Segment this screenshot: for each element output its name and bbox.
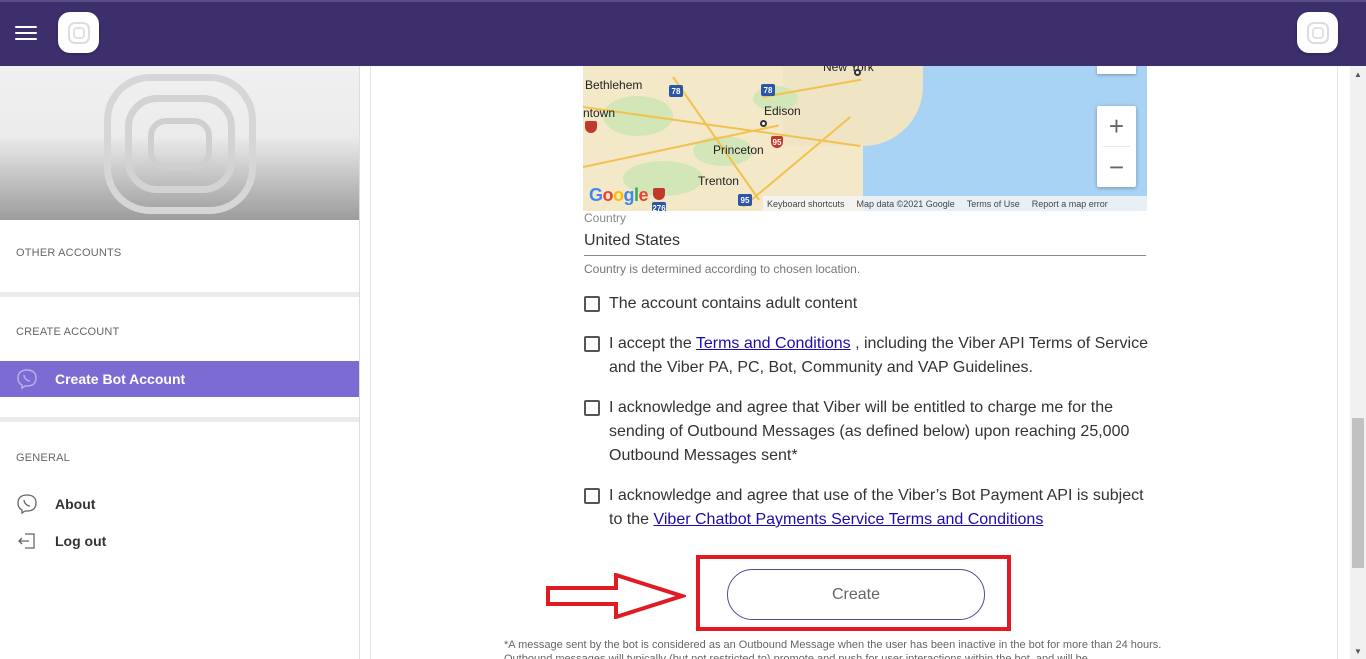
- sidebar-item-label: Create Bot Account: [55, 371, 186, 387]
- scroll-up-arrow-icon[interactable]: ▲: [1350, 66, 1366, 82]
- route-shield: 95: [771, 136, 783, 148]
- general-heading: GENERAL: [16, 452, 70, 464]
- viber-watermark-icon: [104, 74, 256, 214]
- zoom-control: + −: [1097, 106, 1136, 187]
- viber-phone-icon: [16, 493, 38, 515]
- sidebar-item-label: Log out: [55, 533, 107, 549]
- country-field[interactable]: United States: [584, 232, 680, 250]
- map-city-marker: [854, 69, 861, 76]
- form-panel: New York Bethlehem ntown Edison Princeto…: [370, 66, 1338, 659]
- annotation-arrow-icon: [546, 573, 686, 619]
- account-avatar-icon[interactable]: [1297, 12, 1338, 53]
- terms-of-use-link[interactable]: Terms of Use: [967, 199, 1020, 209]
- scrollbar-thumb[interactable]: [1352, 418, 1364, 568]
- adult-content-checkbox[interactable]: [584, 296, 600, 312]
- main-content[interactable]: New York Bethlehem ntown Edison Princeto…: [360, 66, 1350, 659]
- country-label: Country: [584, 211, 627, 225]
- route-shield: [585, 121, 597, 133]
- sidebar-item-about[interactable]: About: [0, 486, 359, 522]
- terms-text: I accept the: [609, 335, 696, 352]
- terms-checkbox[interactable]: [584, 336, 600, 352]
- map-city-label: New York: [823, 66, 874, 74]
- sidebar-item-create-bot-account[interactable]: Create Bot Account: [0, 361, 359, 397]
- terms-row: I accept the Terms and Conditions , incl…: [584, 332, 1154, 380]
- map-city-label: Bethlehem: [585, 78, 643, 92]
- location-map[interactable]: New York Bethlehem ntown Edison Princeto…: [583, 66, 1147, 211]
- divider: [0, 292, 359, 297]
- profile-cover: [0, 66, 359, 220]
- create-button[interactable]: Create: [727, 569, 985, 620]
- payment-checkbox[interactable]: [584, 488, 600, 504]
- map-type-control[interactable]: [1097, 66, 1136, 74]
- route-shield: 78: [761, 84, 775, 96]
- map-attribution: Keyboard shortcuts Map data ©2021 Google…: [763, 196, 1147, 211]
- top-app-bar: [0, 0, 1366, 66]
- map-city-label: Edison: [764, 104, 801, 118]
- country-helper-text: Country is determined according to chose…: [584, 262, 861, 276]
- route-shield: 276: [652, 202, 666, 211]
- other-accounts-heading: OTHER ACCOUNTS: [16, 247, 122, 259]
- hamburger-icon[interactable]: [15, 26, 37, 44]
- map-city-label: Princeton: [713, 143, 764, 157]
- scroll-down-arrow-icon[interactable]: ▼: [1350, 643, 1366, 659]
- payment-row: I acknowledge and agree that use of the …: [584, 484, 1154, 532]
- map-city-marker: [760, 120, 767, 127]
- adult-content-label: The account contains adult content: [609, 295, 858, 312]
- payment-label: I acknowledge and agree that use of the …: [609, 484, 1154, 532]
- divider: [0, 417, 359, 422]
- route-shield: 78: [669, 85, 683, 97]
- sidebar-item-logout[interactable]: Log out: [0, 523, 359, 559]
- terms-label: I accept the Terms and Conditions , incl…: [609, 332, 1154, 380]
- zoom-out-button[interactable]: −: [1097, 147, 1136, 187]
- logout-icon: [16, 530, 38, 552]
- payment-terms-link[interactable]: Viber Chatbot Payments Service Terms and…: [653, 511, 1043, 528]
- report-map-error-link[interactable]: Report a map error: [1032, 199, 1108, 209]
- map-city-label: ntown: [583, 106, 616, 120]
- charge-checkbox[interactable]: [584, 400, 600, 416]
- google-logo: Google: [589, 185, 649, 205]
- terms-and-conditions-link[interactable]: Terms and Conditions: [696, 335, 851, 352]
- country-underline: [584, 255, 1146, 256]
- charge-label: I acknowledge and agree that Viber will …: [609, 399, 1130, 464]
- viber-phone-icon: [16, 368, 38, 390]
- viber-logo-icon[interactable]: [58, 12, 99, 53]
- sidebar: OTHER ACCOUNTS CREATE ACCOUNT Create Bot…: [0, 66, 360, 659]
- map-land: [783, 66, 923, 146]
- map-data-text: Map data ©2021 Google: [856, 198, 955, 209]
- create-account-heading: CREATE ACCOUNT: [16, 326, 120, 338]
- zoom-in-button[interactable]: +: [1097, 106, 1136, 146]
- outbound-footnote: *A message sent by the bot is considered…: [504, 639, 1162, 659]
- map-city-label: Trenton: [698, 174, 739, 188]
- sidebar-item-label: About: [55, 496, 96, 512]
- adult-content-row: The account contains adult content: [584, 292, 1154, 316]
- route-shield: [653, 188, 665, 200]
- keyboard-shortcuts-link[interactable]: Keyboard shortcuts: [767, 199, 845, 209]
- vertical-scrollbar[interactable]: ▲ ▼: [1350, 66, 1366, 659]
- charge-row: I acknowledge and agree that Viber will …: [584, 396, 1154, 468]
- route-shield: 95: [738, 194, 752, 206]
